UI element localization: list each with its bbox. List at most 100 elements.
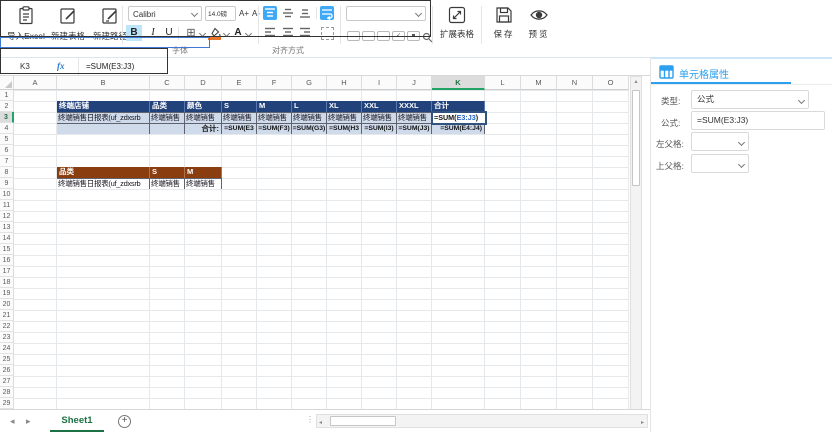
row-header-28[interactable]: 28 — [0, 387, 14, 398]
column-header-M[interactable]: M — [521, 76, 557, 90]
type-select[interactable]: 公式 — [691, 90, 809, 109]
column-header-B[interactable]: B — [57, 76, 150, 90]
row-header-4[interactable]: 4 — [0, 123, 14, 134]
row-header-10[interactable]: 10 — [0, 189, 14, 200]
horizontal-scrollbar[interactable]: ◂ ▸ — [316, 414, 648, 428]
top-parent-select[interactable] — [691, 154, 749, 173]
cell-E4[interactable]: =SUM(E3 — [222, 123, 257, 134]
grid-line-v — [184, 90, 185, 409]
row-header-18[interactable]: 18 — [0, 277, 14, 288]
row-header-20[interactable]: 20 — [0, 299, 14, 310]
cell-J4[interactable]: =SUM(J3) — [397, 123, 432, 134]
column-header-A[interactable]: A — [14, 76, 57, 90]
select-all-corner[interactable] — [0, 76, 14, 90]
cell-H4[interactable]: =SUM(H3 — [327, 123, 362, 134]
column-header-J[interactable]: J — [397, 76, 432, 90]
cell-G2[interactable]: L — [292, 101, 327, 112]
column-header-H[interactable]: H — [327, 76, 362, 90]
cell-B8[interactable]: 品类 — [57, 167, 150, 178]
formula-field-input[interactable]: =SUM(E3:J3) — [691, 111, 825, 130]
cell-F3[interactable]: 终端销售 — [257, 112, 292, 123]
row-header-3[interactable]: 3 — [0, 112, 14, 123]
cell-H3[interactable]: 终端销售 — [327, 112, 362, 123]
cell-B9[interactable]: 终端销售日报表(uf_zdxsrb — [57, 178, 150, 189]
column-header-O[interactable]: O — [593, 76, 629, 90]
row-header-6[interactable]: 6 — [0, 145, 14, 156]
cell-G4[interactable]: =SUM(G3) — [292, 123, 327, 134]
column-header-L[interactable]: L — [485, 76, 521, 90]
row-header-7[interactable]: 7 — [0, 156, 14, 167]
column-header-D[interactable]: D — [185, 76, 222, 90]
column-header-F[interactable]: F — [257, 76, 292, 90]
row-header-29[interactable]: 29 — [0, 398, 14, 409]
cell-G3[interactable]: 终端销售 — [292, 112, 327, 123]
scroll-right-icon[interactable]: ▸ — [641, 419, 644, 426]
cell-D2[interactable]: 颜色 — [185, 101, 222, 112]
cell-D9[interactable]: 终端销售 — [185, 178, 222, 189]
row-header-2[interactable]: 2 — [0, 101, 14, 112]
cell-E3[interactable]: 终端销售 — [222, 112, 257, 123]
column-header-G[interactable]: G — [292, 76, 327, 90]
row-header-24[interactable]: 24 — [0, 343, 14, 354]
cell-D4[interactable]: 合计: — [185, 123, 222, 134]
vertical-scrollbar-thumb[interactable] — [632, 90, 640, 186]
row-header-11[interactable]: 11 — [0, 200, 14, 211]
row-header-12[interactable]: 12 — [0, 211, 14, 222]
row-header-17[interactable]: 17 — [0, 266, 14, 277]
cell-B3[interactable]: 终端销售日报表(uf_zdxsrb — [57, 112, 150, 123]
cell-C9[interactable]: 终端销售 — [150, 178, 185, 189]
scroll-up-icon[interactable]: ▴ — [631, 78, 641, 85]
cell-H2[interactable]: XL — [327, 101, 362, 112]
grid-line-h — [14, 222, 629, 223]
sheet-prev-icon[interactable]: ◂ — [10, 416, 15, 427]
column-header-C[interactable]: C — [150, 76, 185, 90]
worksheet-grid[interactable]: ABCDEFGHIJKLMNO1234567891011121314151617… — [0, 0, 650, 432]
row-header-8[interactable]: 8 — [0, 167, 14, 178]
cell-C8[interactable]: S — [150, 167, 185, 178]
cell-E2[interactable]: S — [222, 101, 257, 112]
more-dots-icon[interactable]: ⋮ — [306, 415, 314, 424]
sheet-next-icon[interactable]: ▸ — [26, 416, 31, 427]
row-header-9[interactable]: 9 — [0, 178, 14, 189]
select-all-triangle — [5, 81, 12, 88]
cell-K3-active-editor[interactable]: =SUM(E3:J3) — [431, 111, 487, 125]
scroll-left-icon[interactable]: ◂ — [319, 419, 322, 426]
left-parent-select[interactable] — [691, 132, 749, 151]
row-header-22[interactable]: 22 — [0, 321, 14, 332]
cell-D3[interactable]: 终端销售 — [185, 112, 222, 123]
row-header-13[interactable]: 13 — [0, 222, 14, 233]
row-header-25[interactable]: 25 — [0, 354, 14, 365]
cell-I2[interactable]: XXL — [362, 101, 397, 112]
row-header-5[interactable]: 5 — [0, 134, 14, 145]
cell-B2[interactable]: 终端店铺 — [57, 101, 150, 112]
row-header-19[interactable]: 19 — [0, 288, 14, 299]
column-header-I[interactable]: I — [362, 76, 397, 90]
row-header-21[interactable]: 21 — [0, 310, 14, 321]
column-header-N[interactable]: N — [557, 76, 593, 90]
grid-line-v — [221, 90, 222, 409]
cell-I4[interactable]: =SUM(I3) — [362, 123, 397, 134]
cell-J3[interactable]: 终端销售 — [397, 112, 432, 123]
vertical-scrollbar[interactable]: ▴ ▾ — [630, 76, 642, 420]
cell-B4[interactable] — [57, 123, 150, 134]
cell-F4[interactable]: =SUM(F3) — [257, 123, 292, 134]
row-header-26[interactable]: 26 — [0, 365, 14, 376]
cell-C3[interactable]: 终端销售 — [150, 112, 185, 123]
row-header-14[interactable]: 14 — [0, 233, 14, 244]
add-sheet-button[interactable]: + — [118, 415, 131, 428]
row-header-23[interactable]: 23 — [0, 332, 14, 343]
row-header-27[interactable]: 27 — [0, 376, 14, 387]
column-header-E[interactable]: E — [222, 76, 257, 90]
row-header-16[interactable]: 16 — [0, 255, 14, 266]
cell-F2[interactable]: M — [257, 101, 292, 112]
horizontal-scrollbar-thumb[interactable] — [330, 416, 396, 426]
cell-C4[interactable] — [150, 123, 185, 134]
cell-D8[interactable]: M — [185, 167, 222, 178]
row-header-15[interactable]: 15 — [0, 244, 14, 255]
cell-C2[interactable]: 品类 — [150, 101, 185, 112]
cell-J2[interactable]: XXXL — [397, 101, 432, 112]
sheet-tab-sheet1[interactable]: Sheet1 — [50, 410, 104, 432]
row-header-1[interactable]: 1 — [0, 90, 14, 101]
column-header-K[interactable]: K — [432, 76, 485, 90]
cell-I3[interactable]: 终端销售 — [362, 112, 397, 123]
